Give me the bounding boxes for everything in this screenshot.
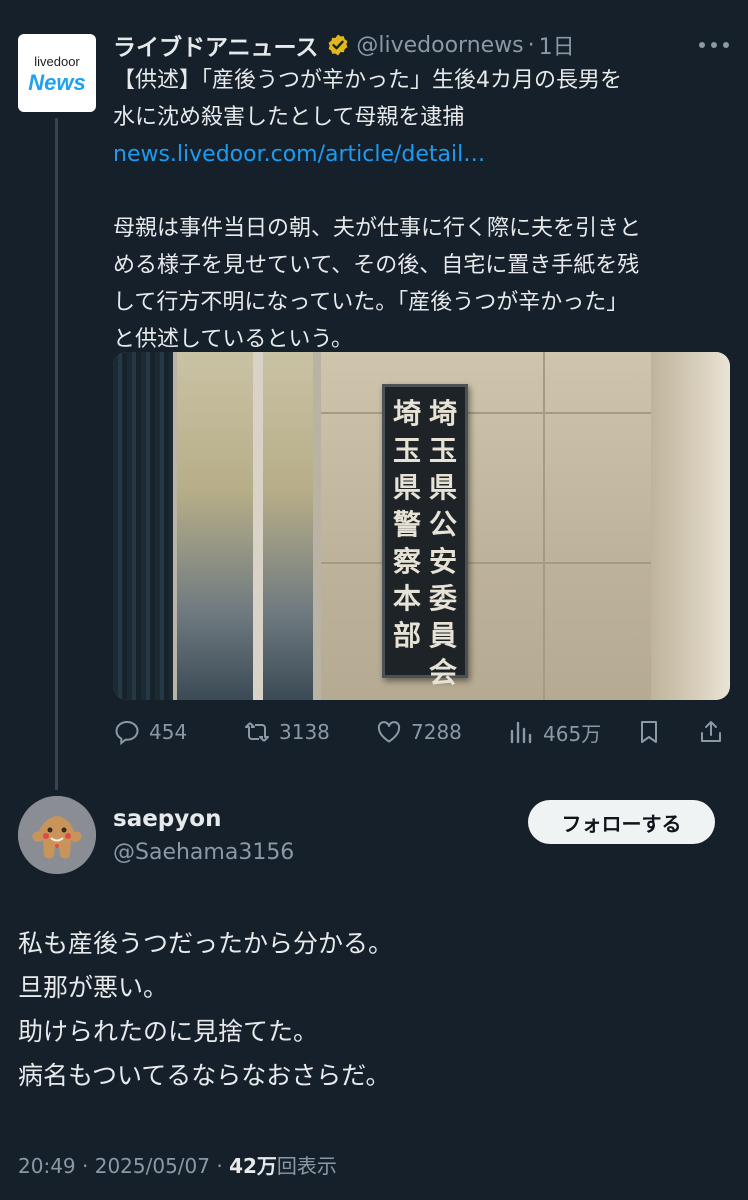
sign-character: 本 xyxy=(392,582,421,615)
repost-button[interactable]: 3138 xyxy=(243,714,330,750)
post-meta: 20:49 · 2025/05/07 · 42万回表示 xyxy=(18,1150,337,1179)
photo-stone-wall-right xyxy=(651,352,730,700)
header-separator: · xyxy=(527,32,535,58)
photo-glass-door xyxy=(171,352,321,700)
reply-icon xyxy=(115,720,139,746)
saepyon-avatar[interactable] xyxy=(18,796,96,874)
repost-icon xyxy=(245,722,269,742)
reply-line: 私も産後うつだったから分かる。 xyxy=(18,929,394,958)
reply-count: 454 xyxy=(149,720,188,744)
sign-character: 玉 xyxy=(428,434,457,467)
article-link[interactable]: news.livedoor.com/article/detail… xyxy=(113,136,733,173)
post-action-bar: 454 3138 7288 465万 xyxy=(113,714,733,750)
post-body-line: 母親は事件当日の朝、夫が仕事に行く際に夫を引きと xyxy=(113,216,642,241)
meta-date[interactable]: 2025/05/07 xyxy=(95,1154,210,1178)
meta-views-label: 回表示 xyxy=(276,1154,337,1178)
post-body-line: して行方不明になっていた。「産後うつが辛かった」 xyxy=(113,290,629,315)
meta-separator: · xyxy=(82,1154,89,1178)
post-headline-line: 【供述】「産後うつが辛かった」生後4カ月の長男を xyxy=(113,68,622,93)
livedoor-news-avatar[interactable]: livedoor News xyxy=(18,34,96,112)
post-body-line: める様子を見せていて、その後、自宅に置き手紙を残 xyxy=(113,253,640,278)
post-time[interactable]: 1日 xyxy=(539,29,575,61)
post-body: 【供述】「産後うつが辛かった」生後4カ月の長男を 水に沈め殺害したとして母親を逮… xyxy=(113,62,733,358)
photo-granite-pillar xyxy=(113,352,173,700)
bookmark-icon xyxy=(641,721,657,743)
verified-gold-badge-icon xyxy=(328,34,348,56)
post-header: ライブドアニュース @livedoornews · 1日 xyxy=(113,28,575,62)
sign-character: 察 xyxy=(392,545,421,578)
post-photo[interactable]: 埼 玉 県 公 安 委 員 会 埼 玉 県 警 察 本 部 xyxy=(113,352,730,700)
prefectural-police-sign: 埼 玉 県 公 安 委 員 会 埼 玉 県 警 察 本 部 xyxy=(382,384,468,689)
sign-character: 警 xyxy=(392,508,421,541)
sign-character: 県 xyxy=(392,471,421,504)
reply-line: 助けられたのに見捨てた。 xyxy=(18,1017,319,1046)
sign-column-left: 埼 玉 県 警 察 本 部 xyxy=(389,395,425,654)
photo-door-frame xyxy=(313,352,321,700)
views-icon xyxy=(510,721,532,744)
avatar-logo-big-text: News xyxy=(28,70,86,95)
like-icon xyxy=(377,721,401,743)
sign-character: 員 xyxy=(428,619,457,652)
repost-count: 3138 xyxy=(279,720,330,744)
views-button[interactable]: 465万 xyxy=(507,714,601,750)
meta-views-count: 42万 xyxy=(229,1154,277,1178)
photo-stone-wall xyxy=(321,352,651,700)
sign-character: 安 xyxy=(428,545,457,578)
reply-line: 病名もついてるならなおさらだ。 xyxy=(18,1061,391,1090)
sign-character: 玉 xyxy=(392,434,421,467)
reply-body: 私も産後うつだったから分かる。 旦那が悪い。 助けられたのに見捨てた。 病名もつ… xyxy=(18,922,393,1098)
like-button[interactable]: 7288 xyxy=(375,714,462,750)
share-icon xyxy=(701,721,721,742)
reply-author-name[interactable]: saepyon xyxy=(113,806,221,832)
views-count: 465万 xyxy=(543,721,602,746)
more-dots-icon[interactable] xyxy=(694,33,734,57)
sign-character: 埼 xyxy=(428,397,457,430)
sign-character: 委 xyxy=(428,582,457,615)
cookie-doll-image xyxy=(18,796,96,874)
photo-wall-joint xyxy=(543,352,545,700)
share-button[interactable] xyxy=(697,714,733,750)
photo-wall-joint xyxy=(321,562,651,564)
sign-character: 部 xyxy=(392,619,421,652)
author-handle[interactable]: @livedoornews xyxy=(356,33,523,58)
thread-connector-line xyxy=(55,118,58,790)
meta-separator: · xyxy=(216,1154,223,1178)
like-count: 7288 xyxy=(411,720,462,744)
sign-character: 公 xyxy=(428,508,457,541)
sign-character: 県 xyxy=(428,471,457,504)
sign-character: 埼 xyxy=(392,397,421,430)
author-name[interactable]: ライブドアニュース xyxy=(113,28,318,62)
avatar-logo-small-text: livedoor xyxy=(34,54,80,69)
sign-column-right: 埼 玉 県 公 安 委 員 会 xyxy=(425,395,461,691)
bookmark-button[interactable] xyxy=(635,714,671,750)
sign-character: 会 xyxy=(428,656,457,689)
follow-button[interactable]: フォローする xyxy=(528,800,715,844)
reply-author-handle[interactable]: @Saehama3156 xyxy=(113,840,294,865)
photo-wall-joint xyxy=(321,412,651,414)
meta-time[interactable]: 20:49 xyxy=(18,1154,76,1178)
photo-door-frame xyxy=(253,352,263,700)
reply-button[interactable]: 454 xyxy=(113,714,187,750)
post-headline-line: 水に沈め殺害したとして母親を逮捕 xyxy=(113,105,465,130)
reply-line: 旦那が悪い。 xyxy=(18,973,169,1002)
